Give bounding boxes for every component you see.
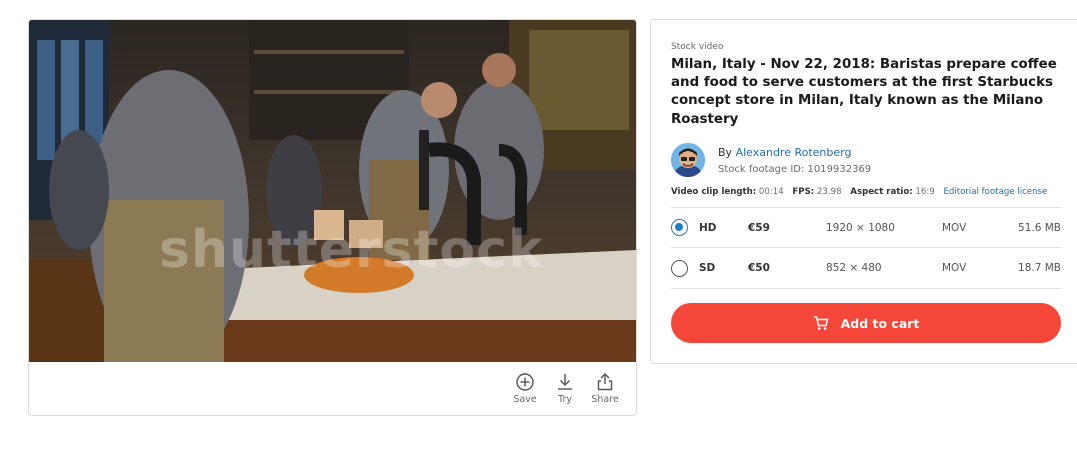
option-format: MOV xyxy=(942,221,967,234)
clip-length-label: Video clip length: xyxy=(671,187,757,197)
add-to-cart-button[interactable]: Add to cart xyxy=(671,303,1061,343)
fps-value: 23.98 xyxy=(816,187,842,197)
content-type-label: Stock video xyxy=(671,42,724,52)
avatar[interactable] xyxy=(671,143,705,177)
option-resolution: 1920 × 1080 xyxy=(826,221,895,234)
video-preview[interactable]: shutterstock xyxy=(29,20,636,362)
media-actions: Save Try Share xyxy=(512,372,619,405)
option-quality: SD xyxy=(699,262,716,274)
try-label: Try xyxy=(558,394,572,405)
footage-id: Stock footage ID: 1019932369 xyxy=(718,164,872,175)
aspect-value: 16:9 xyxy=(915,187,935,197)
clip-length-value: 00:14 xyxy=(758,187,784,197)
cart-icon xyxy=(813,316,829,330)
author-prefix: By xyxy=(718,146,733,159)
option-row-sd[interactable]: SD €50 852 × 480 MOV 18.7 MB xyxy=(671,248,1061,289)
page-title: Milan, Italy - Nov 22, 2018: Baristas pr… xyxy=(671,57,1057,127)
share-button[interactable]: Share xyxy=(591,372,619,405)
license-link[interactable]: Editorial footage license xyxy=(943,187,1047,197)
info-card: Stock video Milan, Italy - Nov 22, 2018:… xyxy=(650,19,1077,364)
radio-hd[interactable] xyxy=(671,219,688,236)
media-card: shutterstock Save Try Share xyxy=(28,19,637,416)
radio-sd[interactable] xyxy=(671,259,688,277)
video-frame-image xyxy=(29,20,636,362)
option-size: 51.6 MB xyxy=(1018,221,1061,234)
aspect-label: Aspect ratio: xyxy=(850,187,913,197)
share-label: Share xyxy=(591,394,619,405)
clip-meta: Video clip length: 00:14 FPS: 23.98 Aspe… xyxy=(671,187,1047,197)
watermark-text: shutterstock xyxy=(159,220,544,280)
share-icon xyxy=(597,373,613,391)
option-price: €50 xyxy=(748,262,770,274)
option-format: MOV xyxy=(942,262,967,274)
author-link[interactable]: Alexandre Rotenberg xyxy=(736,146,852,159)
save-label: Save xyxy=(513,394,537,405)
option-row-hd[interactable]: HD €59 1920 × 1080 MOV 51.6 MB xyxy=(671,207,1061,248)
author-line: By Alexandre Rotenberg xyxy=(718,146,851,159)
save-button[interactable]: Save xyxy=(512,372,538,405)
try-button[interactable]: Try xyxy=(552,372,578,405)
add-to-cart-label: Add to cart xyxy=(840,315,920,331)
option-size: 18.7 MB xyxy=(1018,262,1061,274)
download-icon xyxy=(558,374,572,390)
fps-label: FPS: xyxy=(792,187,815,197)
option-resolution: 852 × 480 xyxy=(826,262,882,274)
contributor-avatar-image xyxy=(671,143,705,177)
option-quality: HD xyxy=(699,221,717,234)
plus-circle-icon xyxy=(516,373,534,391)
option-price: €59 xyxy=(748,221,770,234)
